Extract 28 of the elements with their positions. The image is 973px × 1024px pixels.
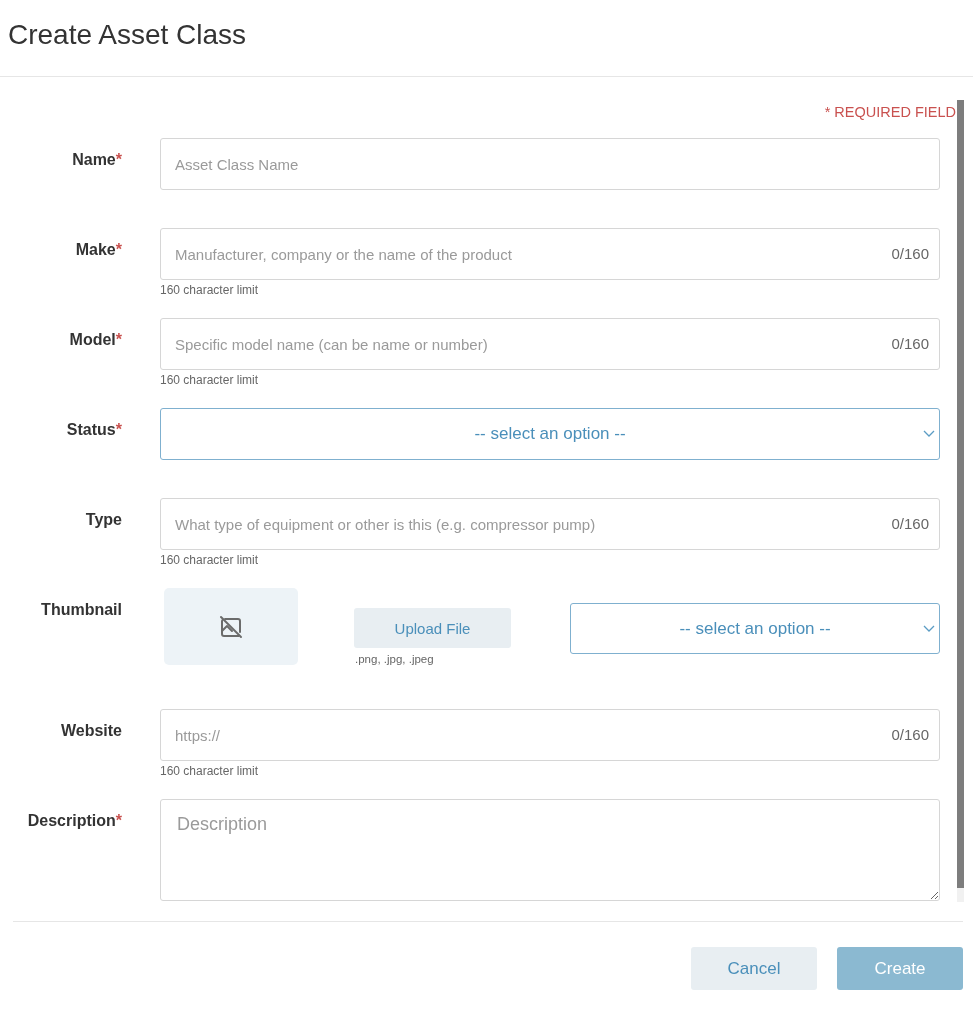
field-label: Description* <box>27 811 122 831</box>
cancel-button[interactable]: Cancel <box>691 947 817 990</box>
field-label: Website <box>60 721 122 741</box>
field-label: Name* <box>72 150 122 170</box>
chevron-down-icon <box>923 430 935 437</box>
field-label: Make* <box>75 240 122 260</box>
character-limit-hint: 160 character limit <box>160 553 260 567</box>
required-field-note: * REQUIRED FIELD <box>824 104 956 120</box>
character-limit-hint: 160 character limit <box>160 764 260 778</box>
field-label: Status* <box>66 420 122 440</box>
upload-file-button[interactable]: Upload File <box>354 608 511 648</box>
field-label: Model* <box>69 330 122 350</box>
field-label: Type <box>85 510 122 530</box>
select-dropdown[interactable]: -- select an option -- <box>570 603 940 654</box>
chevron-down-icon <box>923 625 935 632</box>
character-counter: 0/160 <box>891 515 929 533</box>
character-limit-hint: 160 character limit <box>160 283 260 297</box>
text-input[interactable]: Asset Class Name <box>160 138 940 190</box>
dialog-title: Create Asset Class <box>8 18 247 52</box>
select-dropdown[interactable]: -- select an option -- <box>160 408 940 460</box>
character-limit-hint: 160 character limit <box>160 373 260 387</box>
description-textarea[interactable]: Description <box>160 799 940 901</box>
character-counter: 0/160 <box>891 726 929 744</box>
field-label: Thumbnail <box>41 600 122 620</box>
crossed-image-icon <box>219 614 243 639</box>
character-counter: 0/160 <box>891 335 929 353</box>
file-types-hint: .png, .jpg, .jpeg <box>355 652 434 666</box>
character-counter: 0/160 <box>891 245 929 263</box>
